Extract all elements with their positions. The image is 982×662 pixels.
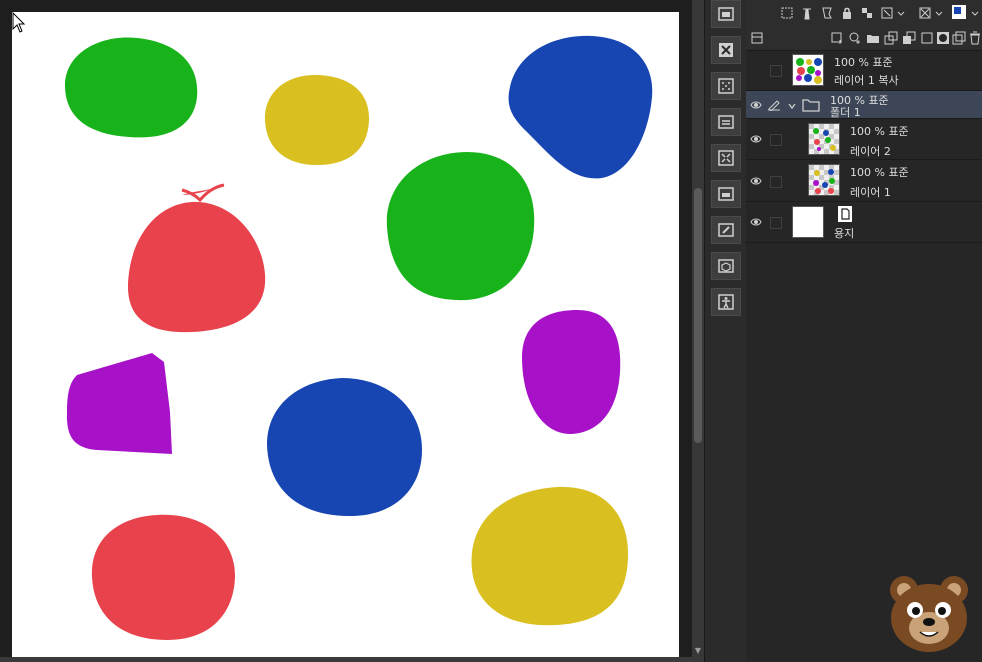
layer-lock-toggle[interactable] [770, 134, 782, 146]
layer-row-layer-1-copy[interactable]: 100 % 표준 레이어 1 복사 [746, 50, 982, 91]
layer-row-folder-1[interactable]: 100 % 표준 폴더 1 [746, 91, 982, 119]
new-folder-icon[interactable] [866, 31, 880, 45]
layer-row-paper[interactable]: 용지 [746, 202, 982, 243]
chevron-down-icon[interactable] [894, 6, 908, 20]
folder-icon [802, 99, 820, 112]
layer-opacity-blend: 100 % 표준 [834, 56, 893, 69]
trash-icon[interactable] [968, 31, 982, 45]
layer-window-icon [718, 115, 734, 129]
purple-blob-right [522, 310, 621, 435]
layer-name: 레이어 1 복사 [834, 74, 899, 87]
blue-blob-center [267, 378, 422, 517]
new-raster-layer-icon[interactable] [830, 31, 844, 45]
layer-lock-toggle[interactable] [770, 65, 782, 77]
layer-panel: 100 % 표준 레이어 1 복사 100 % 표준 폴더 1 100 % 표준… [746, 0, 982, 662]
layer-toolbar-bottom [746, 26, 982, 51]
window-icon [718, 7, 734, 21]
close-box-icon [719, 43, 733, 57]
cube-icon [718, 259, 734, 273]
folder-name: 폴더 1 [830, 106, 861, 119]
transfer-down-icon[interactable] [884, 31, 898, 45]
new-vector-layer-icon[interactable] [848, 31, 862, 45]
eye-icon[interactable] [750, 216, 762, 228]
paper-thumbnail [792, 206, 824, 238]
layer-opacity-blend: 100 % 표준 [850, 125, 909, 138]
pen-edit-icon [767, 97, 781, 111]
layer-property-button[interactable] [711, 108, 741, 136]
arrow-cursor-icon [12, 12, 26, 33]
canvas-vertical-scrollbar[interactable]: ▼ [692, 0, 704, 662]
canvas-area[interactable] [0, 0, 692, 662]
paper-page-icon [838, 206, 852, 222]
reference-layer-icon[interactable] [780, 6, 794, 20]
merge-visible-icon[interactable] [920, 31, 934, 45]
scroll-down-arrow-icon[interactable]: ▼ [692, 645, 704, 657]
chevron-down-icon[interactable] [968, 6, 982, 20]
pose-panel-button[interactable] [711, 288, 741, 316]
grid-dots-icon [718, 78, 734, 94]
layer-name: 레이어 1 [850, 186, 891, 199]
blue-blob-top-right [508, 35, 653, 179]
eye-icon[interactable] [750, 175, 762, 187]
chevron-down-icon[interactable] [932, 6, 946, 20]
green-blob-center [386, 152, 535, 301]
layer-row-layer-1[interactable]: 100 % 표준 레이어 1 [746, 160, 982, 202]
yellow-blob-bottom-right [471, 486, 629, 626]
edit-panel-button[interactable] [711, 216, 741, 244]
merge-down-icon[interactable] [902, 31, 916, 45]
layer-opacity-blend: 100 % 표준 [850, 166, 909, 179]
layer-lock-toggle[interactable] [770, 217, 782, 229]
lock-icon[interactable] [840, 6, 854, 20]
eye-icon[interactable] [750, 99, 762, 111]
draft-layer-icon[interactable] [820, 6, 834, 20]
expand-arrows-icon [718, 150, 734, 166]
canvas-status-strip [0, 657, 692, 662]
layer-row-layer-2[interactable]: 100 % 표준 레이어 2 [746, 119, 982, 160]
lighthouse-icon[interactable] [800, 6, 814, 20]
clip-layer-icon[interactable] [880, 6, 894, 20]
layer-name: 레이어 2 [850, 145, 891, 158]
color-swatch-icon[interactable] [952, 5, 966, 19]
panel-tool-column [704, 0, 747, 662]
layer-name: 용지 [834, 227, 855, 240]
tone-panel-button[interactable] [711, 72, 741, 100]
3d-panel-button[interactable] [711, 252, 741, 280]
mask-circle-icon[interactable] [936, 31, 950, 45]
layer-thumbnail [792, 54, 824, 86]
red-blob-left [127, 185, 266, 333]
figure-icon [718, 294, 734, 310]
duplicate-layer-icon[interactable] [952, 31, 966, 45]
lock-transparency-icon[interactable] [860, 6, 874, 20]
purple-trapezoid-left [66, 353, 172, 454]
eye-icon[interactable] [750, 133, 762, 145]
red-blob-bottom-left [91, 514, 236, 640]
edit-pencil-icon [718, 223, 734, 237]
transform-panel-button[interactable] [711, 144, 741, 172]
close-panel-button[interactable] [711, 36, 741, 64]
mask-layer-icon[interactable] [918, 6, 932, 20]
layer-lock-toggle[interactable] [770, 176, 782, 188]
green-blob-top-left [64, 37, 198, 138]
image-window-icon [718, 187, 734, 201]
layer-thumbnail [808, 123, 840, 155]
sub-view-button[interactable] [711, 180, 741, 208]
scrollbar-thumb[interactable] [694, 188, 702, 443]
bear-mascot-icon [890, 576, 968, 652]
layer-toolbar-top [746, 0, 982, 26]
layer-thumbnail [808, 164, 840, 196]
red-ribbon [181, 183, 225, 203]
yellow-blob-top-center [264, 74, 370, 165]
drawing-canvas[interactable] [12, 12, 679, 658]
folder-expand-chevron-icon[interactable] [787, 101, 797, 111]
layer-menu-icon[interactable] [750, 31, 764, 45]
navigator-panel-button[interactable] [711, 0, 741, 28]
